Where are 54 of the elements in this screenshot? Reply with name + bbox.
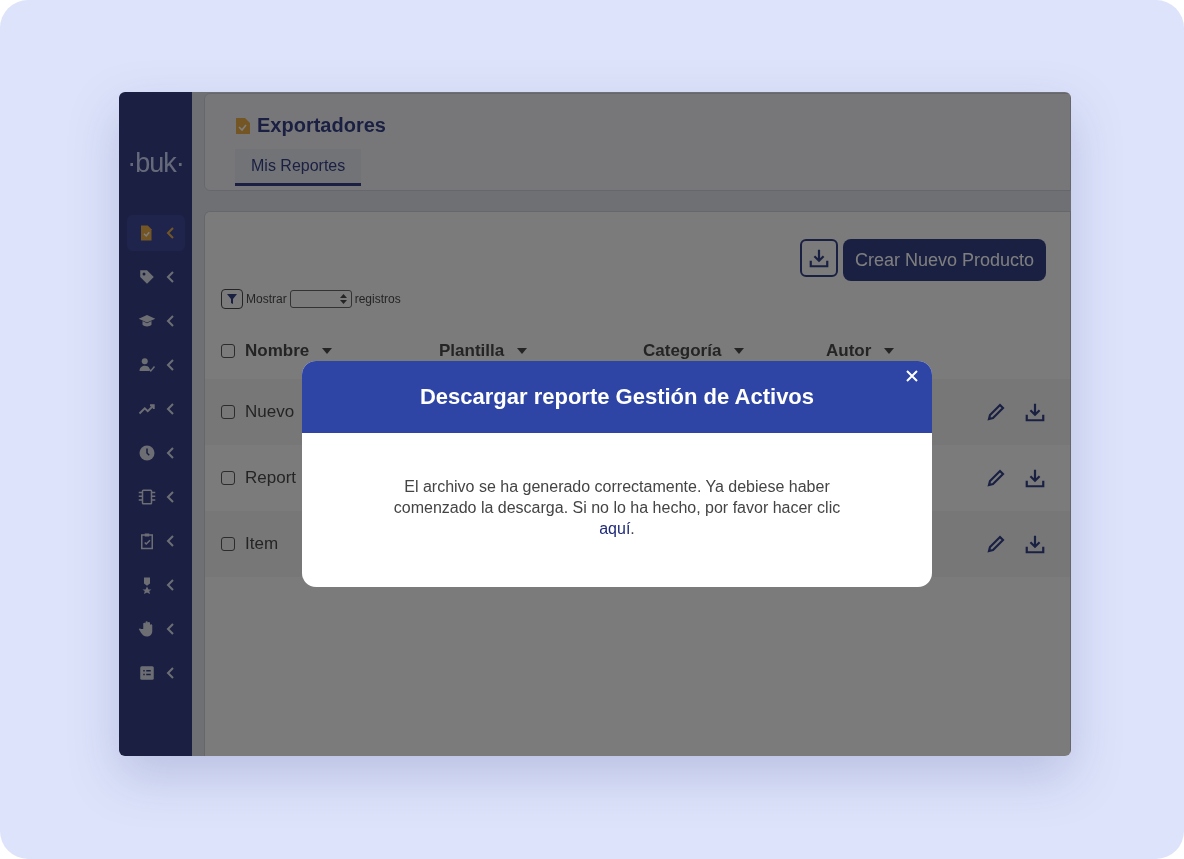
dialog-title: Descargar reporte Gestión de Activos bbox=[419, 384, 815, 410]
row-checkbox[interactable] bbox=[221, 471, 235, 485]
chevron-icon bbox=[165, 623, 174, 635]
records-select[interactable] bbox=[289, 290, 352, 308]
sort-caret-icon[interactable] bbox=[321, 347, 334, 355]
chevron-icon bbox=[165, 359, 174, 371]
file-check-icon bbox=[235, 116, 251, 135]
chevron-icon bbox=[165, 491, 174, 503]
table-cell: Report bbox=[245, 468, 297, 487]
sort-caret-icon[interactable] bbox=[733, 347, 746, 355]
tag-icon bbox=[137, 268, 156, 286]
chevron-icon bbox=[165, 403, 174, 415]
chevron-icon bbox=[165, 315, 174, 327]
sidebar-item[interactable] bbox=[126, 215, 185, 251]
circuit-board-icon bbox=[137, 488, 156, 506]
download-link[interactable]: aquí bbox=[599, 520, 631, 537]
column-header[interactable]: Categoría bbox=[643, 341, 722, 361]
table-cell: Item bbox=[245, 534, 279, 553]
user-check-icon bbox=[137, 356, 156, 374]
chevron-icon bbox=[165, 227, 174, 239]
chevron-icon bbox=[165, 535, 174, 547]
chevron-icon bbox=[165, 447, 174, 459]
download-icon bbox=[1024, 401, 1046, 423]
create-button[interactable]: Crear Nuevo Producto bbox=[842, 239, 1046, 281]
filter-icon bbox=[227, 294, 237, 304]
pencil-icon[interactable] bbox=[986, 468, 1006, 488]
chevron-icon bbox=[165, 579, 174, 591]
logo: ·buk· bbox=[127, 148, 184, 179]
sort-arrows-icon bbox=[339, 294, 347, 304]
row-checkbox[interactable] bbox=[221, 537, 235, 551]
page-title: Exportadores bbox=[257, 114, 386, 137]
sort-caret-icon[interactable] bbox=[883, 347, 896, 355]
pencil-icon[interactable] bbox=[986, 402, 1006, 422]
row-checkbox[interactable] bbox=[221, 405, 235, 419]
download-icon bbox=[1024, 533, 1046, 555]
chevron-icon bbox=[165, 667, 174, 679]
download-icon bbox=[807, 247, 830, 269]
column-header[interactable]: Plantilla bbox=[439, 341, 505, 361]
chevron-icon bbox=[165, 271, 174, 283]
show-label: Mostrar bbox=[246, 292, 287, 306]
tab[interactable]: Mis Reportes bbox=[235, 149, 362, 186]
table-cell: Nuevo bbox=[245, 402, 295, 421]
dialog-message: El archivo se ha generado correctamente. Ya debiese haber comenzado la descarga. Si no lo ha hecho, por favor hacer clic aquí. bbox=[392, 477, 842, 539]
list-icon bbox=[137, 664, 156, 682]
records-label: registros bbox=[354, 292, 401, 306]
clock-icon bbox=[137, 444, 156, 462]
sort-caret-icon[interactable] bbox=[516, 347, 529, 355]
column-header[interactable]: Autor bbox=[826, 341, 872, 361]
pencil-icon[interactable] bbox=[986, 534, 1006, 554]
select-all-checkbox[interactable] bbox=[221, 344, 235, 358]
filter-button[interactable] bbox=[221, 289, 243, 309]
download-button[interactable] bbox=[799, 239, 838, 277]
column-header[interactable]: Nombre bbox=[245, 341, 310, 361]
download-icon bbox=[1024, 467, 1046, 489]
